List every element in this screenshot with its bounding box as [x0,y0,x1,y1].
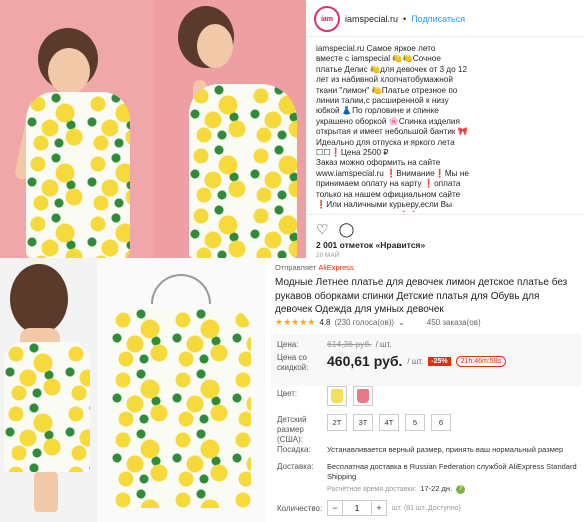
rating-row: ★★★★★ 4.8 (230 голоса(ов)) ⌄ 450 заказа(… [275,317,481,328]
size-label: Детский размер (США): [277,415,307,444]
new-price-unit: / шт. [407,356,424,366]
header-separator: • [403,14,407,24]
size-option-5[interactable]: 5 [405,414,425,431]
delivery-time-row: Расчётное время доставки: 17-22 дн. ? [327,484,466,494]
new-price: 460,61 руб. [327,353,403,369]
quantity-plus-button[interactable]: + [372,501,386,515]
post-actions: ♡ ◯ [316,222,354,236]
photo-dress-hanger [97,258,265,522]
heart-icon[interactable]: ♡ [316,222,329,236]
votes-link[interactable]: (230 голоса(ов)) [334,318,394,327]
help-icon[interactable]: ? [456,484,466,494]
instagram-username[interactable]: iamspecial.ru [345,14,398,24]
orders-count: 450 заказа(ов) [426,318,481,327]
color-options [327,386,373,406]
follow-button[interactable]: Подписаться [411,14,465,24]
instagram-avatar[interactable]: iam [314,6,340,32]
quantity-stepper: − 1 + [327,500,387,516]
quantity-input[interactable]: 1 [342,501,372,515]
quantity-row: − 1 + шт. (81 шт. Доступно) [327,500,461,516]
instagram-header: iam iamspecial.ru • Подписаться [314,6,579,32]
countdown-timer: 21h:46m:58s [455,355,507,367]
size-options: 2T 3T 4T 5 6 [327,414,451,431]
size-option-2t[interactable]: 2T [327,414,347,431]
color-swatch-pink[interactable] [353,386,373,406]
seller-name[interactable]: AliExpress [318,263,353,272]
lemon-dress [26,92,130,258]
lemon-dress [4,342,90,472]
girl-face [197,24,233,68]
delivery-time-label: Расчётное время доставки: [327,485,417,493]
stock-text: шт. (81 шт. Доступно) [392,504,461,512]
discount-price-label: Цена со скидкой: [277,353,309,372]
girl-legs [34,472,58,512]
aliexpress-product-panel: Отправляет AliExpress Модные Летнее плат… [265,258,584,522]
chevron-down-icon[interactable]: ⌄ [398,318,405,327]
quantity-label: Количество: [277,504,323,513]
caption-divider [306,214,584,215]
photo-girl-side [153,0,306,258]
old-price-unit: / шт. [375,339,392,349]
seller-prefix: Отправляет [275,263,317,272]
girl-hair [10,264,68,334]
photo-girl-back [0,258,97,522]
likes-count[interactable]: 2 001 отметок «Нравится» [316,240,425,250]
size-option-6[interactable]: 6 [431,414,451,431]
girl-face [48,48,90,94]
color-label: Цвет: [277,389,298,398]
discount-badge: -25% [428,356,451,366]
size-option-4t[interactable]: 4T [379,414,399,431]
header-divider [306,36,584,37]
seller-line: Отправляет AliExpress [275,263,354,272]
rating-value: 4.8 [319,318,331,327]
old-price: 614,36 руб. [327,339,372,349]
lemon-dress [189,84,297,258]
product-title: Модные Летнее платье для девочек лимон д… [275,277,568,315]
photo-girl-front [0,0,153,258]
fit-label: Посадка: [277,445,311,454]
size-option-3t[interactable]: 3T [353,414,373,431]
quantity-minus-button[interactable]: − [328,501,342,515]
lemon-dress [111,308,251,508]
comment-icon[interactable]: ◯ [339,222,355,236]
color-swatch-yellow[interactable] [327,386,347,406]
instagram-post-panel: iam iamspecial.ru • Подписаться iamspeci… [306,0,584,259]
rating-stars-icon: ★★★★★ [275,317,316,327]
delivery-time: 17-22 дн. [420,484,453,493]
fit-text: Устанавливается верный размер, принять в… [327,445,564,454]
price-label: Цена: [277,340,299,349]
delivery-label: Доставка: [277,462,314,471]
new-price-row: 460,61 руб. / шт. -25% 21h:46m:58s [327,353,507,369]
hanger-icon [151,274,211,304]
delivery-text[interactable]: Бесплатная доставка в Russian Federation… [327,462,581,482]
post-caption: iamspecial.ru Самое яркое лето вместе с … [316,44,469,212]
old-price-row: 614,36 руб. / шт. [327,339,391,349]
